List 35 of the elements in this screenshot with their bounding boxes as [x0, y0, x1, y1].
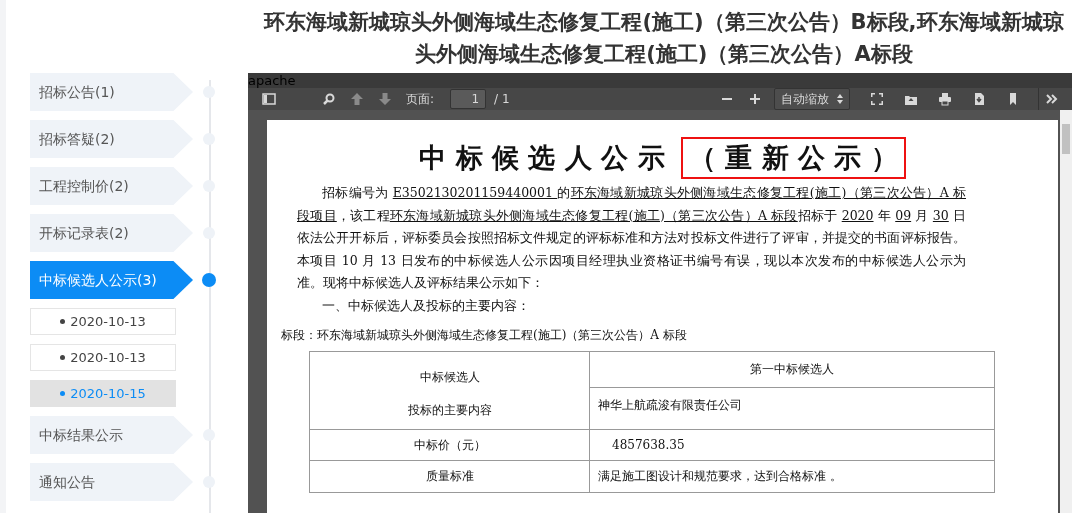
- page-total: / 1: [494, 91, 510, 108]
- dropdown-caret-icon: [836, 94, 843, 104]
- page-label: 页面:: [406, 91, 435, 108]
- section-heading: 一、中标候选人及投标的主要内容：: [321, 296, 531, 315]
- page-number-field[interactable]: 1: [450, 89, 487, 109]
- table-cell: 质量标准: [310, 460, 590, 492]
- bullet-icon: [60, 391, 66, 396]
- sidebar-tab[interactable]: 招标答疑(2): [30, 120, 193, 158]
- table-cell: 第一中标候选人: [590, 351, 994, 388]
- table-cell: 中标价（元）: [310, 429, 590, 460]
- date-label: 2020-10-15: [70, 384, 146, 403]
- sidebar-tab[interactable]: 开标记录表(2): [30, 214, 193, 252]
- date-label: 2020-10-13: [70, 348, 146, 367]
- sidebar-tab[interactable]: 工程控制价(2): [30, 167, 193, 205]
- date-label: 2020-10-13: [70, 312, 146, 331]
- table-cell-text: 中标候选人: [419, 368, 480, 386]
- bullet-icon: [60, 319, 66, 324]
- date-item[interactable]: 2020-10-13: [30, 308, 176, 335]
- zoom-select[interactable]: 自动缩放: [773, 88, 850, 110]
- table-cell-text: 4857638.35: [611, 436, 686, 454]
- table-cell-text: 满足施工图设计和规范要求，达到合格标准 。: [597, 468, 843, 485]
- intro-paragraph: 招标编号为 E3502130201159440001 的环东海域新城琼头外侧海域生态修复工程(施工)（第三次公告）A 标段项目，该工程环东海域新城琼头外侧海域生态修复工程(施工)（第三次公告）A 标段招标于 2020 年 09 月 30 日依法公开开标后，评标委员会按照招标文件规定的评标标准和方法对投标文件进行了评审，并提交的书面评标报告。本项目 10 月 13 日发布的中标候选人公示因项目经理执业资格证书编号有误，现以本次发布的中标候选人公示为准。现将中标候选人及评标结果公示如下：: [297, 184, 966, 292]
- bullet-icon: [60, 355, 66, 360]
- highlighted-title: （ 重 新 公 示 ）: [680, 137, 906, 179]
- document-title: 中 标 候 选 人 公 示: [419, 140, 665, 175]
- lot-line: 标段：环东海域新城琼头外侧海域生态修复工程(施工)（第三次公告）A 标段: [281, 326, 688, 344]
- date-item[interactable]: 2020-10-13: [30, 344, 176, 371]
- sidebar-tab[interactable]: 招标公告(1): [30, 73, 193, 111]
- table-cell-text: 投标的主要内容: [407, 401, 492, 419]
- sidebar-tab[interactable]: 中标结果公示: [30, 416, 193, 454]
- sidebar-tab[interactable]: 通知公告: [30, 463, 193, 501]
- scrollbar[interactable]: [1060, 110, 1072, 513]
- page-title: 环东海域新城琼头外侧海域生态修复工程(施工)（第三次公告）B标段,环东海域新城琼头外侧海域生态修复工程(施工)（第三次公告）A标段: [262, 9, 1065, 68]
- table-cell-text: 神华上航疏浚有限责任公司: [597, 397, 743, 414]
- frame-label: apache: [248, 73, 296, 88]
